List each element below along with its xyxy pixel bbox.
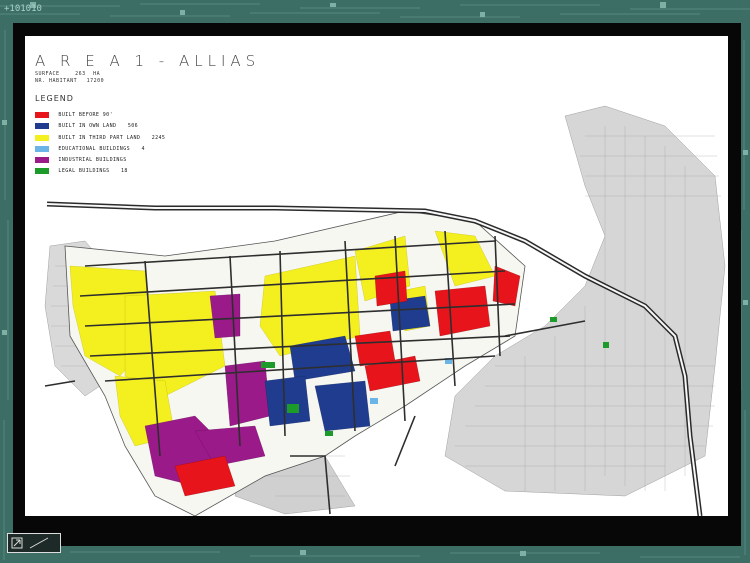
legend-item: INDUSTRIAL BUILDINGS — [35, 157, 135, 164]
legend-label: BUILT IN THIRD PART LAND — [58, 135, 141, 141]
stat-label: SURFACE — [35, 71, 60, 77]
legend-item: LEGAL BUILDINGS 18 — [35, 168, 128, 175]
legend-label: BUILT BEFORE 90' — [58, 112, 113, 118]
legend-item: BUILT BEFORE 90' — [35, 112, 121, 119]
legend-count: 18 — [121, 168, 128, 174]
stat-value: 17200 — [86, 78, 105, 84]
legend-item: BUILT IN OWN LAND 506 — [35, 123, 138, 130]
legend-label: LEGAL BUILDINGS — [58, 168, 110, 174]
map-title: A R E A 1 - ALLIAS — [35, 52, 261, 70]
stat-label: NR. HABITANT — [35, 78, 78, 84]
legend-label: EDUCATIONAL BUILDINGS — [58, 146, 131, 152]
legend-label: INDUSTRIAL BUILDINGS — [58, 157, 127, 163]
legend-count: 4 — [141, 146, 145, 152]
map-sheet: A R E A 1 - ALLIAS SURFACE 263 HA NR. HA… — [25, 36, 728, 516]
legend-swatch — [35, 168, 49, 174]
navigation-arrow-icon — [11, 537, 49, 549]
legend-swatch — [35, 123, 49, 129]
svg-text:+101010: +101010 — [4, 4, 42, 14]
legend-swatch — [35, 135, 49, 141]
legend-item: BUILT IN THIRD PART LAND 2245 — [35, 135, 165, 142]
legend-swatch — [35, 146, 49, 152]
legend-swatch — [35, 157, 49, 163]
stat-row-surface: SURFACE 263 HA — [35, 71, 100, 77]
legend-count: 506 — [127, 123, 139, 129]
city-map — [44, 105, 726, 516]
legend-swatch — [35, 112, 49, 118]
stat-unit: HA — [93, 71, 101, 77]
stat-value: 263 — [75, 71, 86, 77]
legend-title: LEGEND — [35, 94, 74, 103]
navigation-button[interactable] — [7, 533, 61, 553]
stat-row-inhabitants: NR. HABITANT 17200 — [35, 78, 108, 84]
legend-count: 2245 — [151, 135, 166, 141]
legend-item: EDUCATIONAL BUILDINGS 4 — [35, 146, 145, 153]
legend-label: BUILT IN OWN LAND — [58, 123, 117, 129]
